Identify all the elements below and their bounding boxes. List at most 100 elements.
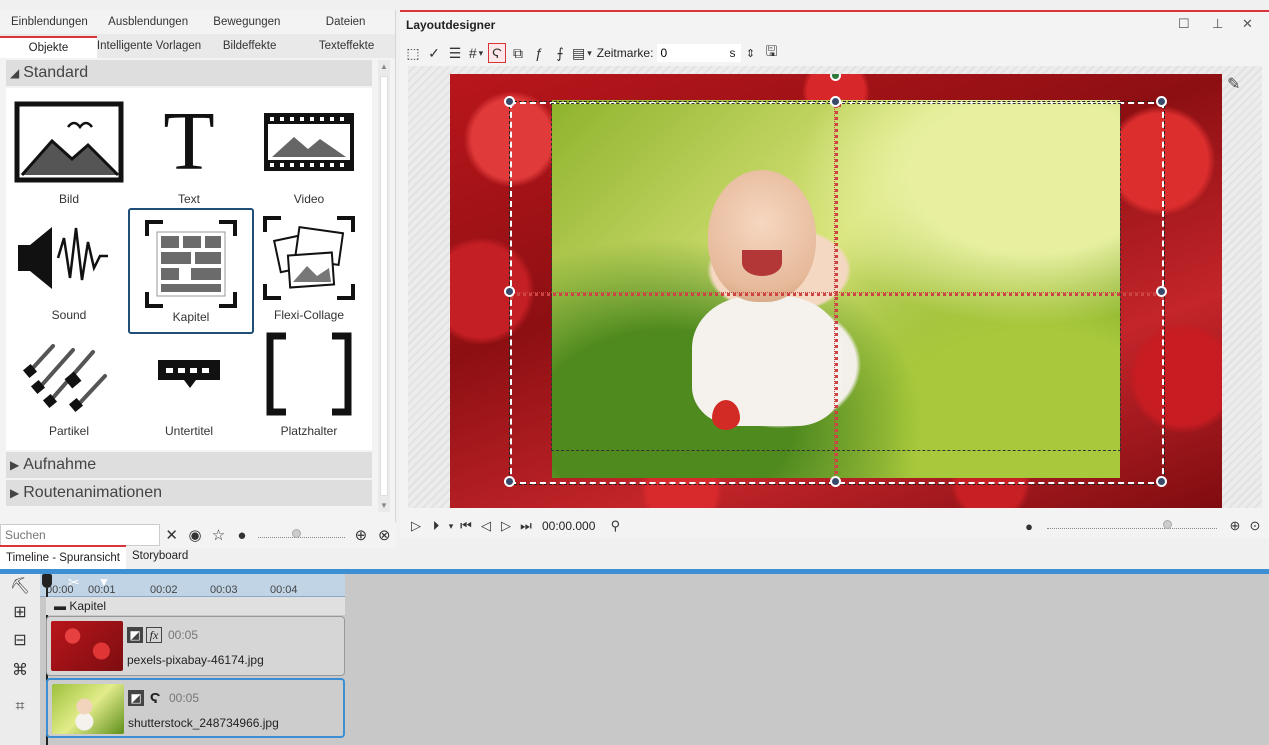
zoom-fit-icon[interactable]: ⊙ [1245,518,1265,534]
crop-frame-icon[interactable]: ⧉ [509,43,527,63]
star-icon[interactable]: ☆ [207,526,230,544]
skip-end-icon[interactable]: ⏭ [516,518,536,534]
zeitmarke-unit: s [727,44,742,62]
image-icon [6,98,132,186]
image-properties-icon[interactable]: ◩ [127,627,143,643]
skip-start-icon[interactable]: ⏮ [456,518,476,534]
zoom-out-icon[interactable]: ● [1019,519,1039,534]
clip-filename: pexels-pixabay-46174.jpg [127,653,264,667]
save-icon[interactable]: 🖫 [762,43,780,63]
timecode: 00:00.000 [542,519,596,533]
section-standard[interactable]: ◢ Standard [6,60,372,86]
grid-icon[interactable]: # [467,43,485,63]
resize-handle[interactable] [1156,286,1167,297]
resize-handle[interactable] [504,96,515,107]
resize-handle[interactable] [830,476,841,487]
rotate-handle[interactable] [830,74,841,81]
collapse-icon[interactable]: ▬ [54,599,66,613]
placeholder-icon [246,330,372,418]
slider-knob[interactable] [291,529,301,538]
tab-bildeffekte[interactable]: Bildeffekte [201,40,298,52]
toolbox-panel: Einblendungen Ausblendungen Bewegungen D… [0,10,396,548]
tab-intelligente-vorlagen[interactable]: Intelligente Vorlagen [97,40,201,52]
select-tool-icon[interactable]: ⬚ [404,43,422,63]
tab-storyboard[interactable]: Storyboard [126,545,194,569]
play-icon[interactable]: ▷ [406,518,426,534]
pin-icon[interactable]: ⊥ [1212,16,1223,32]
zoom-in-icon[interactable]: ⊕ [349,526,372,544]
object-sound[interactable]: Sound [6,204,132,330]
clip-duration: 00:05 [169,691,200,705]
resize-handle[interactable] [830,96,841,107]
timeline-clip[interactable]: ◩ Ϛ 00:05 shutterstock_248734966.jpg [46,678,345,738]
object-untertitel[interactable]: Untertitel [126,320,252,446]
keyframe-add-icon[interactable]: ƒ [530,43,548,63]
section-aufnahme[interactable]: ▶ Aufnahme [6,452,372,478]
chapter-track-header[interactable]: ▬ Kapitel [46,597,345,615]
object-partikel[interactable]: Partikel [6,320,132,446]
zoom-in-icon[interactable]: ⊕ [1225,518,1245,534]
scrollbar-thumb[interactable] [380,76,388,496]
path-animation-icon[interactable]: Ϛ [147,690,163,707]
layers-icon[interactable]: ☰ [446,43,464,63]
align-icon[interactable]: ▤ [572,43,592,63]
object-bild[interactable]: Bild [6,88,132,214]
playhead-handle[interactable] [42,574,52,588]
dropdown-icon[interactable]: ▾ [446,521,456,532]
maximize-icon[interactable]: ☐ [1178,16,1190,32]
effects-icon[interactable]: fx [146,627,162,643]
designer-zoom: ● ⊕ ⊙ [1019,516,1265,536]
resize-handle[interactable] [504,286,515,297]
tab-ausblendungen[interactable]: Ausblendungen [99,16,198,28]
resize-handle[interactable] [504,476,515,487]
resize-handle[interactable] [1156,96,1167,107]
resize-handle[interactable] [1156,476,1167,487]
playhead[interactable] [6,574,52,745]
tab-bewegungen[interactable]: Bewegungen [198,16,297,28]
timeline-tabs: Timeline - Spuransicht Storyboard [0,545,194,569]
eye-icon[interactable]: ◉ [183,526,206,544]
designer-zoom-slider[interactable] [1047,519,1217,533]
zeitmarke-label: Zeitmarke: [596,46,654,60]
keyframe-remove-icon[interactable]: ⨍ [551,43,569,63]
icon-size-slider[interactable] [257,528,346,542]
next-frame-icon[interactable]: ▷ [496,518,516,534]
object-video[interactable]: Video [246,88,372,214]
object-flexi-collage[interactable]: Flexi-Collage [246,204,372,330]
toolbox-scrollbar[interactable]: ▲ ▼ [378,60,390,512]
time-ruler[interactable]: 00:00 00:01 00:02 00:03 00:04 ✂ ▼ [40,574,345,597]
play-from-icon[interactable]: ⏵ [426,518,446,534]
scroll-up-icon[interactable]: ▲ [378,62,390,71]
tab-dateien[interactable]: Dateien [296,16,395,28]
search-input[interactable] [0,524,160,546]
stepper-icon[interactable]: ⇕ [741,43,759,63]
check-icon[interactable]: ✓ [425,43,443,63]
pen-icon[interactable]: ✎ [1227,74,1240,94]
zeitmarke-input[interactable] [657,44,728,62]
objects-list: ◢ Standard Bild T Text Video Sound Kapit… [6,60,372,520]
zoom-out-icon[interactable]: ● [230,527,253,544]
tab-timeline-spuransicht[interactable]: Timeline - Spuransicht [0,545,126,569]
tab-einblendungen[interactable]: Einblendungen [0,16,99,28]
collage-icon [246,214,372,302]
prev-frame-icon[interactable]: ◁ [476,518,496,534]
scroll-down-icon[interactable]: ▼ [378,501,390,510]
reset-zoom-icon[interactable]: ⊗ [373,526,396,544]
slider-knob[interactable] [1163,520,1172,529]
image-properties-icon[interactable]: ◩ [128,690,144,706]
timeline-clip[interactable]: ◩ fx 00:05 pexels-pixabay-46174.jpg [46,616,345,676]
onion-skin-icon[interactable]: ⚲ [605,518,625,534]
section-routenanimationen[interactable]: ▶ Routenanimationen [6,480,372,506]
path-tool-icon[interactable]: Ϛ [488,43,506,63]
object-platzhalter[interactable]: Platzhalter [246,320,372,446]
preview-stage[interactable] [450,74,1222,508]
clear-search-icon[interactable]: ✕ [160,526,183,544]
close-icon[interactable]: ✕ [1242,16,1253,32]
marker-icon[interactable]: ▼ [98,575,110,589]
clip-duration: 00:05 [168,628,199,642]
tab-texteffekte[interactable]: Texteffekte [298,40,395,52]
tab-objekte[interactable]: Objekte [0,36,97,58]
object-text[interactable]: T Text [126,88,252,214]
object-kapitel[interactable]: Kapitel [128,208,254,334]
scissors-icon[interactable]: ✂ [68,574,80,591]
